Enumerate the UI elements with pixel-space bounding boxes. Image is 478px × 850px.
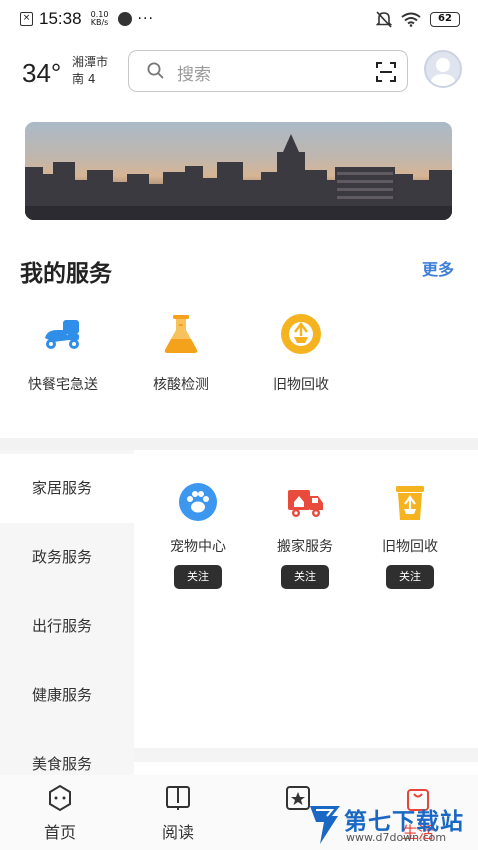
book-icon xyxy=(166,786,190,810)
watermark-url: www.d7down.com xyxy=(346,831,447,844)
category-sidebar: 家居服务 政务服务 出行服务 健康服务 美食服务 xyxy=(0,450,134,776)
avatar[interactable] xyxy=(424,50,462,88)
service-delivery[interactable]: 快餐宅急送 xyxy=(8,312,118,394)
service-label: 快餐宅急送 xyxy=(28,377,98,393)
city-name: 湘潭市 xyxy=(72,55,109,69)
battery-icon: 62 xyxy=(430,11,460,27)
mute-bell-icon xyxy=(376,10,392,28)
watermark-logo-icon xyxy=(310,806,340,844)
content-divider xyxy=(134,748,478,762)
follow-button[interactable]: 关注 xyxy=(281,565,329,589)
tile-moving-service[interactable]: 搬家服务 关注 xyxy=(257,482,353,589)
site-watermark: 第七下载站 www.d7down.com xyxy=(308,800,474,848)
notification-x-icon: × xyxy=(20,12,33,26)
tile-label: 旧物回收 xyxy=(382,539,438,555)
tab-label: 阅读 xyxy=(161,823,194,842)
tile-pet-center[interactable]: 宠物中心 关注 xyxy=(150,482,246,589)
battery-level: 62 xyxy=(438,12,452,24)
service-nucleic-test[interactable]: 核酸检测 xyxy=(126,312,236,394)
tile-recycling[interactable]: 旧物回收 关注 xyxy=(362,482,458,589)
service-recycling[interactable]: 旧物回收 xyxy=(246,312,356,394)
tab-label: 首页 xyxy=(43,823,76,842)
tile-label: 宠物中心 xyxy=(170,539,226,555)
flask-icon xyxy=(164,315,198,353)
category-health-services[interactable]: 健康服务 xyxy=(0,661,134,730)
wind-info: 南 4 xyxy=(72,72,96,86)
service-label: 旧物回收 xyxy=(273,377,329,393)
search-bar[interactable]: 搜索 xyxy=(128,50,408,92)
my-services-title: 我的服务 xyxy=(20,261,112,287)
recycle-badge-icon xyxy=(281,314,321,354)
scan-icon[interactable] xyxy=(375,61,397,83)
tab-reading[interactable]: 阅读 xyxy=(148,784,208,843)
follow-button[interactable]: 关注 xyxy=(174,565,222,589)
home-icon xyxy=(49,784,71,812)
category-travel-services[interactable]: 出行服务 xyxy=(0,592,134,661)
follow-button[interactable]: 关注 xyxy=(386,565,434,589)
network-speed: 0.10 KB/s xyxy=(88,11,112,27)
paw-icon xyxy=(179,483,217,521)
network-speed-unit: KB/s xyxy=(90,18,109,27)
more-services-link[interactable]: 更多 xyxy=(422,256,454,280)
header: 34° 湘潭市 南 4 搜索 xyxy=(0,48,478,94)
wifi-icon xyxy=(401,12,421,27)
delivery-scooter-icon xyxy=(45,320,79,349)
temperature: 34° xyxy=(22,58,62,88)
search-placeholder: 搜索 xyxy=(177,65,211,85)
city-skyline-illustration xyxy=(25,134,452,220)
more-notifications-icon: ··· xyxy=(137,11,154,27)
tile-label: 搬家服务 xyxy=(277,539,333,555)
city-banner-image[interactable] xyxy=(25,122,452,220)
moving-truck-icon xyxy=(288,490,323,517)
recycle-bin-icon xyxy=(396,486,424,520)
service-label: 核酸检测 xyxy=(153,377,209,393)
app-status-icon xyxy=(117,12,132,26)
status-bar: × 15:38 0.10 KB/s ··· 62 xyxy=(0,0,478,38)
category-home-services[interactable]: 家居服务 xyxy=(0,454,134,523)
tab-home[interactable]: 首页 xyxy=(30,784,90,843)
status-time: 15:38 xyxy=(39,9,82,28)
category-government-services[interactable]: 政务服务 xyxy=(0,523,134,592)
user-silhouette-icon xyxy=(430,58,456,86)
weather-location[interactable]: 湘潭市 南 4 xyxy=(72,54,108,88)
section-divider xyxy=(0,438,478,450)
search-icon xyxy=(147,62,164,79)
